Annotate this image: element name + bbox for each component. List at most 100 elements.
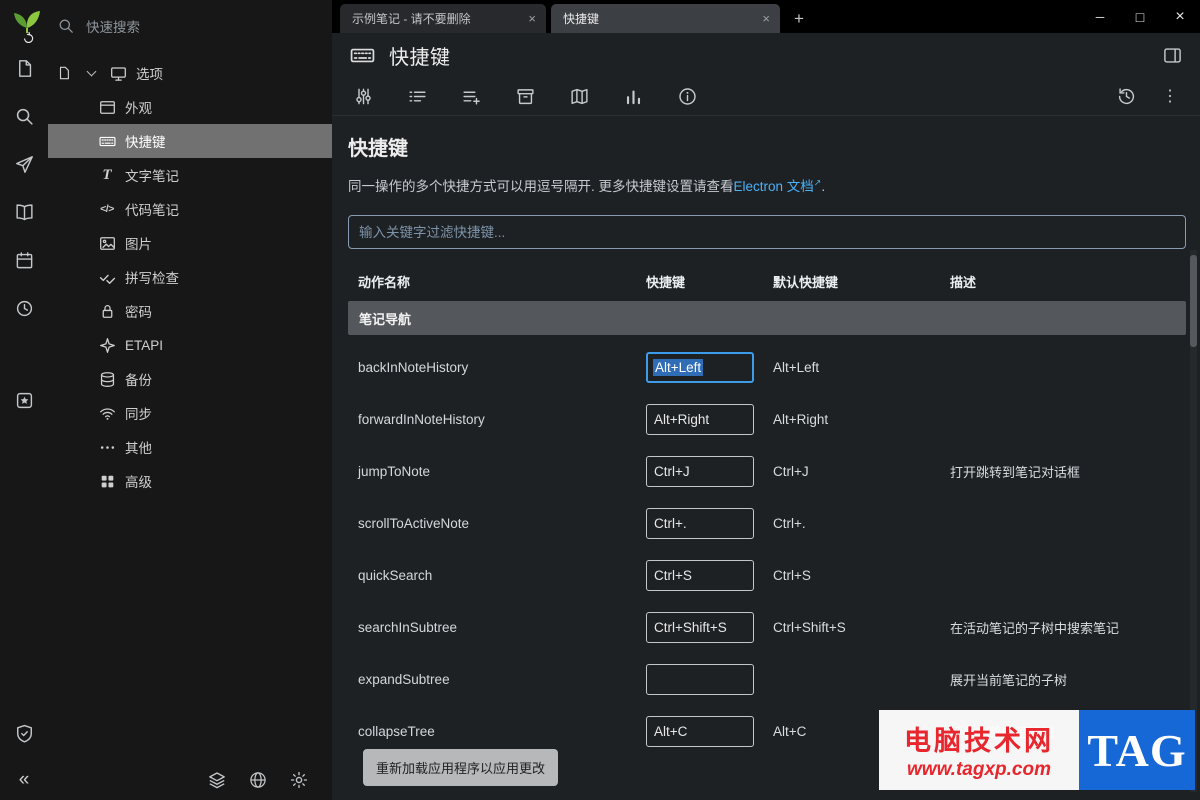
- shortcut-input[interactable]: Ctrl+J: [646, 455, 754, 487]
- kebab-menu-icon[interactable]: ⋮: [1162, 88, 1178, 105]
- history-icon[interactable]: [1117, 87, 1136, 106]
- sidebar-item-spellcheck[interactable]: 拼写检查: [48, 260, 332, 294]
- calendar-icon[interactable]: [13, 249, 35, 271]
- sidebar-item-code-notes[interactable]: </> 代码笔记: [48, 192, 332, 226]
- open-book-icon[interactable]: [13, 201, 35, 223]
- sidebar-item-images[interactable]: 图片: [48, 226, 332, 260]
- sliders-icon[interactable]: [354, 87, 373, 106]
- sidebar-item-shortcuts[interactable]: 快捷键: [48, 124, 332, 158]
- shortcut-input[interactable]: Ctrl+S: [646, 559, 754, 591]
- close-icon[interactable]: ×: [528, 11, 536, 26]
- shortcut-value: Ctrl+.: [654, 515, 687, 531]
- bookmarks-icon[interactable]: [13, 389, 35, 411]
- reload-app-button[interactable]: 重新加载应用程序以应用更改: [363, 749, 559, 786]
- shortcut-input[interactable]: [646, 663, 754, 695]
- shortcut-input[interactable]: Alt+Left: [646, 351, 754, 383]
- sidebar-item-sync[interactable]: 同步: [48, 396, 332, 430]
- description-suffix: .: [821, 179, 826, 194]
- sidebar-item-backup[interactable]: 备份: [48, 362, 332, 396]
- list-icon[interactable]: [408, 87, 427, 106]
- map-icon[interactable]: [570, 87, 589, 106]
- watermark-badge-panel: TAG: [1079, 710, 1195, 790]
- tab-label: 快捷键: [563, 12, 600, 26]
- archive-icon[interactable]: [516, 87, 535, 106]
- table-row: jumpToNote Ctrl+J Ctrl+J 打开跳转到笔记对话框: [348, 445, 1186, 497]
- shortcut-input[interactable]: Ctrl+.: [646, 507, 754, 539]
- tree-item-label: 选项: [136, 67, 163, 82]
- default-shortcut: Ctrl+J: [773, 463, 809, 479]
- tree-item-label: 同步: [125, 407, 152, 422]
- new-tab-button[interactable]: +: [785, 4, 813, 33]
- gear-icon[interactable]: [288, 769, 310, 791]
- tree-item-label: 密码: [125, 305, 152, 320]
- keyboard-icon: [350, 43, 375, 68]
- sidebar-item-options-root[interactable]: 选项: [48, 56, 332, 90]
- scrollbar-thumb[interactable]: [1190, 255, 1197, 347]
- minimize-button[interactable]: ─: [1080, 0, 1120, 33]
- action-name: searchInSubtree: [358, 619, 458, 635]
- sidebar-item-advanced[interactable]: 高级: [48, 464, 332, 498]
- tab-label: 示例笔记 - 请不要删除: [352, 12, 471, 26]
- page-icon: [55, 64, 73, 82]
- jump-to-note-icon[interactable]: [13, 153, 35, 175]
- section-header: 笔记导航: [348, 301, 1186, 335]
- grid-icon: [98, 472, 116, 490]
- section-label: 笔记导航: [359, 311, 412, 327]
- default-shortcut: Ctrl+Shift+S: [773, 619, 846, 635]
- sidebar-titlebar: 快速搜索: [0, 0, 332, 48]
- shortcut-rows: backInNoteHistory Alt+Left Alt+Left forw…: [348, 341, 1186, 757]
- column-header: 快捷键: [646, 274, 686, 290]
- sidebar-item-appearance[interactable]: 外观: [48, 90, 332, 124]
- page-title: 快捷键: [348, 138, 408, 160]
- sidebar-item-etapi[interactable]: ETAPI: [48, 328, 332, 362]
- shortcut-input[interactable]: Alt+Right: [646, 403, 754, 435]
- maximize-button[interactable]: □: [1120, 0, 1160, 33]
- watermark-badge: TAG: [1087, 724, 1187, 776]
- new-note-icon[interactable]: [13, 57, 35, 79]
- shortcut-value: Alt+Left: [653, 358, 704, 376]
- plus-icon: +: [794, 8, 804, 28]
- tab-sample-note[interactable]: 示例笔记 - 请不要删除 ×: [340, 4, 546, 33]
- right-pane-toggle-icon[interactable]: [1163, 46, 1182, 65]
- description-prefix: 同一操作的多个快捷方式可以用逗号隔开. 更多快捷键设置请查看: [348, 179, 734, 194]
- tab-shortcuts[interactable]: 快捷键 ×: [551, 4, 780, 33]
- close-icon[interactable]: ×: [762, 11, 770, 26]
- info-icon[interactable]: [678, 87, 697, 106]
- tab-bar: 示例笔记 - 请不要删除 × 快捷键 × + ─ □ ×: [332, 0, 1200, 33]
- trilium-logo-icon: [12, 9, 42, 43]
- recent-changes-icon[interactable]: [13, 297, 35, 319]
- action-name: forwardInNoteHistory: [358, 411, 485, 427]
- tree-item-label: 备份: [125, 373, 152, 388]
- action-name: backInNoteHistory: [358, 359, 469, 375]
- sidebar-item-other[interactable]: 其他: [48, 430, 332, 464]
- keyboard-icon: [98, 132, 116, 150]
- description-text: 同一操作的多个快捷方式可以用逗号隔开. 更多快捷键设置请查看Electron 文…: [348, 175, 1186, 195]
- chevron-down-icon[interactable]: [82, 64, 100, 82]
- image-icon: [98, 234, 116, 252]
- shortcut-input[interactable]: Ctrl+Shift+S: [646, 611, 754, 643]
- quick-search-button[interactable]: 快速搜索: [58, 16, 140, 36]
- close-button[interactable]: ×: [1160, 0, 1200, 33]
- search-icon[interactable]: [13, 105, 35, 127]
- shortcut-filter-input[interactable]: [348, 215, 1186, 249]
- action-name: expandSubtree: [358, 671, 450, 687]
- table-row: scrollToActiveNote Ctrl+. Ctrl+.: [348, 497, 1186, 549]
- globe-icon[interactable]: [247, 769, 269, 791]
- ellipsis-icon: [98, 438, 116, 456]
- sidebar-item-text-notes[interactable]: T 文字笔记: [48, 158, 332, 192]
- sidebar-item-password[interactable]: 密码: [48, 294, 332, 328]
- collapse-tree-icon[interactable]: «: [13, 768, 35, 790]
- layers-icon[interactable]: [206, 769, 228, 791]
- shield-icon[interactable]: [13, 722, 35, 744]
- shortcut-input[interactable]: Alt+C: [646, 715, 754, 747]
- tree-item-label: 其他: [125, 441, 152, 456]
- default-shortcut: Alt+Right: [773, 411, 829, 427]
- list-plus-icon[interactable]: [462, 87, 481, 106]
- bar-chart-icon[interactable]: [624, 87, 643, 106]
- electron-docs-link[interactable]: Electron 文档: [734, 179, 814, 194]
- table-row: forwardInNoteHistory Alt+Right Alt+Right: [348, 393, 1186, 445]
- tree-item-label: 图片: [125, 237, 152, 252]
- table-row: expandSubtree 展开当前笔记的子树: [348, 653, 1186, 705]
- note-tree: 选项 外观 快捷键 T 文字笔记 </> 代码笔记 图片 拼写检查 密码 ETA…: [48, 48, 332, 800]
- tree-item-label: 外观: [125, 101, 152, 116]
